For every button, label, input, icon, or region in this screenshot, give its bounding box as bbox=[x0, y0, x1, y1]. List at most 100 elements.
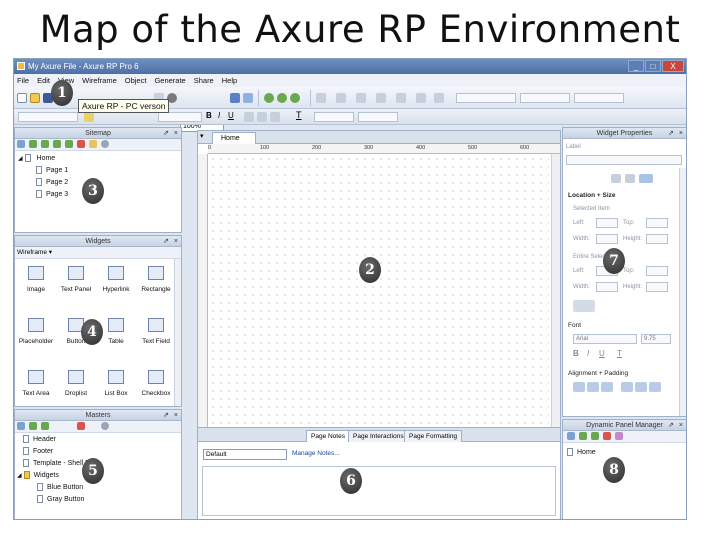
menu-help[interactable]: Help bbox=[222, 74, 237, 87]
connector-icon[interactable] bbox=[243, 93, 253, 103]
valign-bottom-icon[interactable] bbox=[649, 382, 661, 392]
add-master-icon[interactable] bbox=[17, 422, 25, 430]
toolbar-field-4[interactable] bbox=[314, 112, 354, 122]
widget-droplist[interactable]: Droplist bbox=[57, 370, 95, 406]
close-icon[interactable]: × bbox=[174, 128, 178, 139]
sitemap-item-home[interactable]: ◢ Home bbox=[18, 153, 181, 165]
location-size-section[interactable]: Location + Size bbox=[568, 192, 616, 199]
bold-icon[interactable]: B bbox=[573, 349, 579, 358]
widget-rectangle[interactable]: Rectangle bbox=[137, 266, 175, 310]
font-section[interactable]: Font bbox=[568, 322, 581, 329]
search-icon[interactable] bbox=[101, 422, 109, 430]
font-size-field[interactable]: 9.75 bbox=[641, 334, 671, 344]
valign-middle-icon[interactable] bbox=[635, 382, 647, 392]
widget-placeholder[interactable]: Placeholder bbox=[17, 318, 55, 362]
select-mode-icon[interactable] bbox=[230, 93, 240, 103]
align-center-icon[interactable] bbox=[587, 382, 599, 392]
outdent-icon[interactable] bbox=[65, 140, 73, 148]
move-down-icon[interactable] bbox=[591, 432, 599, 440]
close-icon[interactable]: × bbox=[679, 420, 683, 431]
sitemap-item-page1[interactable]: Page 1 bbox=[18, 165, 181, 177]
delete-state-icon[interactable] bbox=[603, 432, 611, 440]
align-left-icon[interactable] bbox=[244, 112, 254, 122]
underline-icon[interactable]: U bbox=[228, 111, 234, 120]
width-input[interactable] bbox=[596, 234, 618, 244]
close-icon[interactable]: × bbox=[679, 128, 683, 139]
align-icon[interactable] bbox=[396, 93, 406, 103]
tab-home[interactable]: Home × bbox=[212, 132, 256, 153]
italic-icon[interactable]: I bbox=[587, 349, 589, 358]
width-input-2[interactable] bbox=[596, 282, 618, 292]
line-style-icon[interactable] bbox=[356, 93, 366, 103]
format-painter-icon[interactable] bbox=[84, 112, 94, 122]
menu-generate[interactable]: Generate bbox=[154, 74, 185, 87]
top-input-2[interactable] bbox=[646, 266, 668, 276]
align-left-icon[interactable] bbox=[573, 382, 585, 392]
pin-icon[interactable]: ⇗ bbox=[163, 128, 169, 139]
label-input[interactable] bbox=[566, 155, 682, 165]
widget-text-panel[interactable]: Text Panel bbox=[57, 266, 95, 310]
add-state-icon[interactable] bbox=[567, 432, 575, 440]
bring-front-icon[interactable] bbox=[290, 93, 300, 103]
properties-scrollbar[interactable] bbox=[679, 168, 686, 416]
menu-share[interactable]: Share bbox=[194, 74, 214, 87]
move-up-icon[interactable] bbox=[29, 140, 37, 148]
top-input[interactable] bbox=[646, 218, 668, 228]
menu-wireframe[interactable]: Wireframe bbox=[82, 74, 117, 87]
alignment-padding-section[interactable]: Alignment + Padding bbox=[568, 370, 628, 377]
arrow-style-icon[interactable] bbox=[376, 93, 386, 103]
pin-icon[interactable]: ⇗ bbox=[668, 128, 674, 139]
toolbar-field-3[interactable] bbox=[574, 93, 624, 103]
order-icon[interactable] bbox=[434, 93, 444, 103]
align-right-icon[interactable] bbox=[270, 112, 280, 122]
move-down-icon[interactable] bbox=[41, 422, 49, 430]
notes-field-select[interactable]: Default bbox=[203, 449, 287, 460]
tab-page-interactions[interactable]: Page Interactions bbox=[348, 430, 409, 442]
dynamic-panel-item-home[interactable]: Home bbox=[567, 447, 686, 459]
widget-text-field[interactable]: Text Field bbox=[137, 318, 175, 362]
search-icon[interactable] bbox=[101, 140, 109, 148]
close-icon[interactable]: × bbox=[174, 410, 178, 421]
master-item-header[interactable]: Header bbox=[23, 434, 181, 446]
height-input[interactable] bbox=[646, 234, 668, 244]
style-tab-icon[interactable] bbox=[639, 174, 653, 183]
widget-checkbox[interactable]: Checkbox bbox=[137, 370, 175, 406]
fill-color-icon[interactable] bbox=[316, 93, 326, 103]
toolbar-field-1[interactable] bbox=[456, 93, 516, 103]
delete-master-icon[interactable] bbox=[77, 422, 85, 430]
valign-top-icon[interactable] bbox=[621, 382, 633, 392]
underline-icon[interactable]: U bbox=[599, 349, 605, 358]
align-right-icon[interactable] bbox=[601, 382, 613, 392]
minimize-button[interactable]: _ bbox=[628, 60, 644, 72]
menu-edit[interactable]: Edit bbox=[37, 74, 50, 87]
widget-library-select[interactable]: Wireframe bbox=[17, 249, 47, 256]
edit-state-icon[interactable] bbox=[615, 432, 623, 440]
widget-table[interactable]: Table bbox=[97, 318, 135, 362]
delete-page-icon[interactable] bbox=[77, 140, 85, 148]
move-up-icon[interactable] bbox=[29, 422, 37, 430]
widget-list-box[interactable]: List Box bbox=[97, 370, 135, 406]
text-color-icon[interactable]: T bbox=[296, 110, 302, 120]
font-family-select[interactable] bbox=[18, 112, 78, 122]
bold-icon[interactable]: B bbox=[206, 111, 212, 120]
close-button[interactable]: X bbox=[662, 60, 684, 72]
close-icon[interactable]: × bbox=[174, 236, 178, 247]
properties-tab-icon[interactable] bbox=[611, 174, 621, 183]
line-color-icon[interactable] bbox=[336, 93, 346, 103]
font-color-icon[interactable]: T bbox=[617, 349, 622, 358]
pin-icon[interactable]: ⇗ bbox=[163, 236, 169, 247]
lock-aspect-icon[interactable] bbox=[573, 300, 595, 312]
tab-page-formatting[interactable]: Page Formatting bbox=[404, 430, 463, 442]
master-item-footer[interactable]: Footer bbox=[23, 446, 181, 458]
font-size-select[interactable] bbox=[158, 112, 202, 122]
height-input-2[interactable] bbox=[646, 282, 668, 292]
tab-page-notes[interactable]: Page Notes bbox=[306, 430, 350, 442]
toolbar-field-2[interactable] bbox=[520, 93, 570, 103]
move-up-icon[interactable] bbox=[579, 432, 587, 440]
widget-image[interactable]: Image bbox=[17, 266, 55, 310]
open-folder-icon[interactable] bbox=[30, 93, 40, 103]
master-item-gray-button[interactable]: Gray Button bbox=[23, 494, 181, 506]
master-item-blue-button[interactable]: Blue Button bbox=[23, 482, 181, 494]
left-input[interactable] bbox=[596, 218, 618, 228]
align-center-icon[interactable] bbox=[257, 112, 267, 122]
